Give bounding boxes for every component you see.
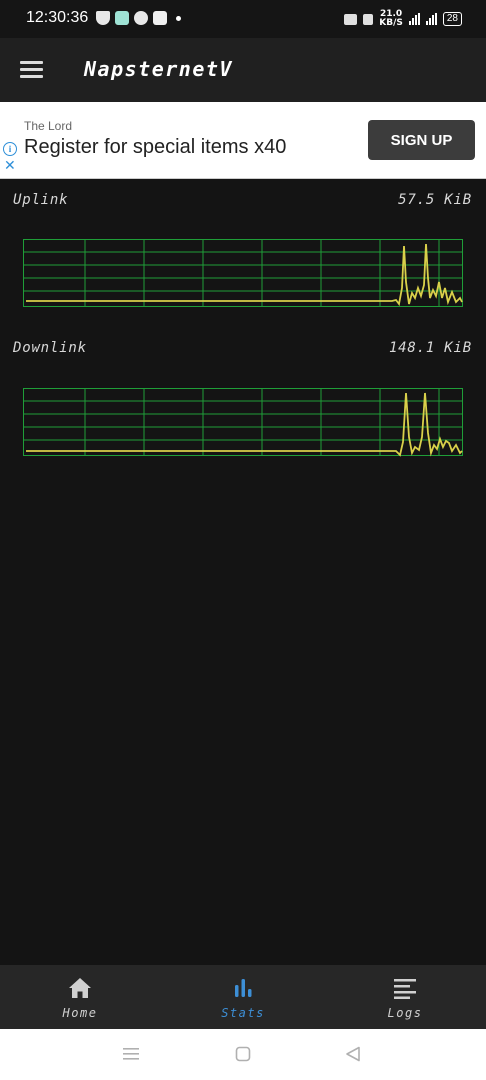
status-bar: 12:30:36 21.0 KB/S 28 xyxy=(0,0,486,38)
home-icon xyxy=(69,978,91,998)
vpn-icon xyxy=(344,13,358,25)
shield-icon xyxy=(96,11,110,25)
nav-home[interactable]: Home xyxy=(20,965,140,1029)
network-speed: 21.0 KB/S xyxy=(379,10,403,28)
back-triangle-icon[interactable] xyxy=(344,1046,362,1062)
uplink-trace xyxy=(26,243,463,307)
ad-close-icon[interactable]: ✕ xyxy=(4,159,16,173)
status-time: 12:30:36 xyxy=(26,9,89,26)
logs-icon xyxy=(394,979,416,999)
uplink-graph xyxy=(23,239,463,307)
ad-headline[interactable]: Register for special items x40 xyxy=(24,136,286,159)
sign-up-button[interactable]: SIGN UP xyxy=(368,120,475,160)
uplink-grid xyxy=(23,239,463,307)
notification-icons xyxy=(96,11,181,25)
menu-icon[interactable] xyxy=(20,61,43,79)
system-navigation-bar xyxy=(0,1029,486,1080)
mute-icon xyxy=(363,13,374,25)
facebook-icon xyxy=(134,11,148,25)
battery-level: 28 xyxy=(442,12,462,26)
nav-logs[interactable]: Logs xyxy=(345,965,465,1029)
downlink-grid xyxy=(23,388,463,456)
bottom-navigation: Home Stats Logs xyxy=(0,965,486,1029)
ad-advertiser: The Lord xyxy=(24,119,73,133)
network-speed-unit: KB/S xyxy=(379,18,403,28)
chat-icon xyxy=(115,11,129,25)
downlink-graph xyxy=(23,388,463,457)
app-notification-icon xyxy=(153,11,167,25)
signal-icon xyxy=(408,13,420,25)
recents-menu-icon[interactable] xyxy=(122,1046,140,1062)
uplink-value: 57.5 KiB xyxy=(398,192,472,208)
downlink-label: Downlink xyxy=(13,340,87,356)
uplink-label: Uplink xyxy=(13,192,69,208)
stats-icon xyxy=(235,979,252,997)
downlink-trace xyxy=(26,392,463,457)
home-square-icon[interactable] xyxy=(234,1046,252,1062)
more-notifications-dot xyxy=(176,15,181,21)
status-right: 21.0 KB/S 28 xyxy=(344,10,462,28)
nav-logs-label: Logs xyxy=(387,1006,423,1020)
nav-stats-label: Stats xyxy=(221,1006,265,1020)
app-bar: NapsternetV xyxy=(0,38,486,102)
ad-banner[interactable]: The Lord Register for special items x40 … xyxy=(0,102,486,179)
nav-home-label: Home xyxy=(62,1006,98,1020)
app-title: NapsternetV xyxy=(84,57,233,81)
screen: 12:30:36 21.0 KB/S 28 NapsternetV The Lo… xyxy=(0,0,486,1080)
signal-2-icon xyxy=(425,13,437,25)
ad-info-icon[interactable]: i xyxy=(3,142,17,156)
nav-stats[interactable]: Stats xyxy=(183,965,303,1029)
downlink-value: 148.1 KiB xyxy=(388,340,472,356)
